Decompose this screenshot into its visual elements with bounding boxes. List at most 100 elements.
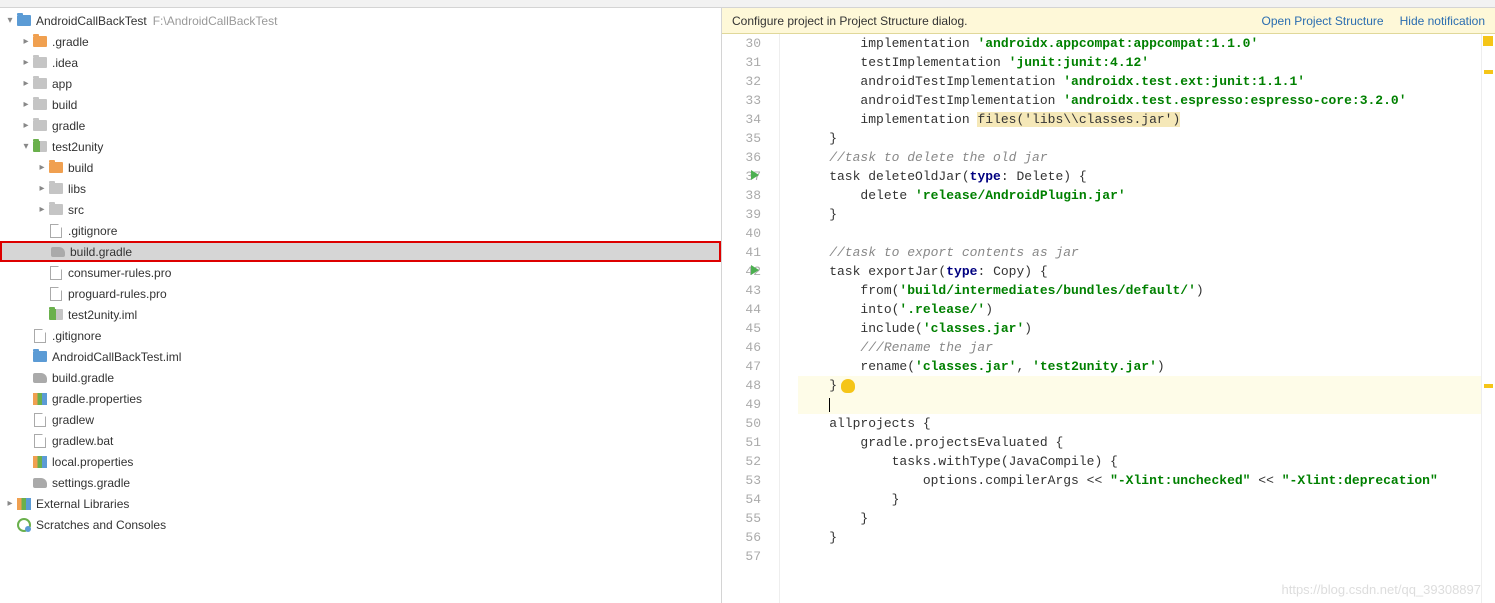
code-line[interactable]: options.compilerArgs << "-Xlint:unchecke… [798,471,1481,490]
fold-marker[interactable] [780,186,794,205]
fold-marker[interactable] [780,471,794,490]
code-line[interactable]: } [798,509,1481,528]
fold-marker[interactable] [780,53,794,72]
chevron-down-icon[interactable] [4,15,16,26]
code-line[interactable]: into('.release/') [798,300,1481,319]
tree-item[interactable]: libs [0,178,721,199]
tree-item[interactable]: .gitignore [0,220,721,241]
project-tree-panel[interactable]: AndroidCallBackTest F:\AndroidCallBackTe… [0,8,722,603]
code-line[interactable]: //task to delete the old jar [798,148,1481,167]
line-number[interactable]: 54 [722,490,761,509]
tree-item[interactable]: gradle.properties [0,388,721,409]
fold-marker[interactable] [780,376,794,395]
analysis-status-icon[interactable] [1483,36,1493,46]
fold-marker[interactable] [780,205,794,224]
tree-item[interactable]: gradle [0,115,721,136]
fold-marker[interactable] [780,433,794,452]
line-number[interactable]: 32 [722,72,761,91]
code-line[interactable]: rename('classes.jar', 'test2unity.jar') [798,357,1481,376]
chevron-right-icon[interactable] [20,57,32,68]
chevron-right-icon[interactable] [4,498,16,509]
fold-marker[interactable] [780,509,794,528]
line-number[interactable]: 52 [722,452,761,471]
error-stripe[interactable] [1481,34,1495,603]
tree-item[interactable]: settings.gradle [0,472,721,493]
code-line[interactable] [798,395,1481,414]
tree-item[interactable]: app [0,73,721,94]
hide-notification-link[interactable]: Hide notification [1400,14,1485,28]
code-line[interactable]: include('classes.jar') [798,319,1481,338]
code-line[interactable]: androidTestImplementation 'androidx.test… [798,91,1481,110]
tree-root[interactable]: AndroidCallBackTest F:\AndroidCallBackTe… [0,10,721,31]
line-number[interactable]: 38 [722,186,761,205]
code-line[interactable]: //task to export contents as jar [798,243,1481,262]
line-number[interactable]: 53 [722,471,761,490]
fold-marker[interactable] [780,300,794,319]
line-number[interactable]: 31 [722,53,761,72]
code-line[interactable]: } [798,129,1481,148]
line-number[interactable]: 36 [722,148,761,167]
code-line[interactable]: from('build/intermediates/bundles/defaul… [798,281,1481,300]
fold-marker[interactable] [780,129,794,148]
chevron-right-icon[interactable] [20,120,32,131]
run-gutter-icon[interactable] [751,265,759,275]
fold-marker[interactable] [780,414,794,433]
tree-item[interactable]: .gradle [0,31,721,52]
line-number[interactable]: 57 [722,547,761,566]
fold-marker[interactable] [780,338,794,357]
code-line[interactable]: testImplementation 'junit:junit:4.12' [798,53,1481,72]
code-line[interactable]: androidTestImplementation 'androidx.test… [798,72,1481,91]
intention-bulb-icon[interactable] [841,379,855,393]
code-line[interactable]: task exportJar(type: Copy) { [798,262,1481,281]
tree-item[interactable]: test2unity [0,136,721,157]
code-line[interactable]: } [798,490,1481,509]
fold-marker[interactable] [780,148,794,167]
external-libraries[interactable]: External Libraries [0,493,721,514]
code-line[interactable]: allprojects { [798,414,1481,433]
line-number[interactable]: 56 [722,528,761,547]
code-line[interactable]: } [798,205,1481,224]
tree-item[interactable]: AndroidCallBackTest.iml [0,346,721,367]
tree-item[interactable]: test2unity.iml [0,304,721,325]
code-line[interactable]: tasks.withType(JavaCompile) { [798,452,1481,471]
code-line[interactable]: } [798,528,1481,547]
code-line[interactable]: } [798,376,1481,395]
line-number[interactable]: 30 [722,34,761,53]
line-number[interactable]: 50 [722,414,761,433]
fold-marker[interactable] [780,243,794,262]
line-number-gutter[interactable]: 3031323334353637383940414243444546474849… [722,34,780,603]
line-number[interactable]: 45 [722,319,761,338]
fold-marker[interactable] [780,34,794,53]
code-line[interactable]: gradle.projectsEvaluated { [798,433,1481,452]
chevron-right-icon[interactable] [36,204,48,215]
fold-marker[interactable] [780,262,794,281]
tree-item[interactable]: consumer-rules.pro [0,262,721,283]
tree-item[interactable]: build [0,94,721,115]
code-body[interactable]: implementation 'androidx.appcompat:appco… [794,34,1481,603]
tree-item[interactable]: .gitignore [0,325,721,346]
line-number[interactable]: 39 [722,205,761,224]
warning-mark[interactable] [1484,70,1493,74]
tree-item[interactable]: proguard-rules.pro [0,283,721,304]
line-number[interactable]: 51 [722,433,761,452]
tree-item[interactable]: gradlew.bat [0,430,721,451]
fold-marker[interactable] [780,281,794,300]
tree-item[interactable]: gradlew [0,409,721,430]
fold-marker[interactable] [780,395,794,414]
fold-marker[interactable] [780,72,794,91]
tree-item[interactable]: build.gradle [0,367,721,388]
line-number[interactable]: 35 [722,129,761,148]
chevron-down-icon[interactable] [20,141,32,152]
fold-marker[interactable] [780,490,794,509]
fold-marker[interactable] [780,167,794,186]
line-number[interactable]: 49 [722,395,761,414]
line-number[interactable]: 42 [722,262,761,281]
code-line[interactable] [798,224,1481,243]
chevron-right-icon[interactable] [20,78,32,89]
tree-item[interactable]: .idea [0,52,721,73]
line-number[interactable]: 47 [722,357,761,376]
line-number[interactable]: 43 [722,281,761,300]
fold-marker[interactable] [780,110,794,129]
line-number[interactable]: 48 [722,376,761,395]
fold-marker[interactable] [780,547,794,566]
